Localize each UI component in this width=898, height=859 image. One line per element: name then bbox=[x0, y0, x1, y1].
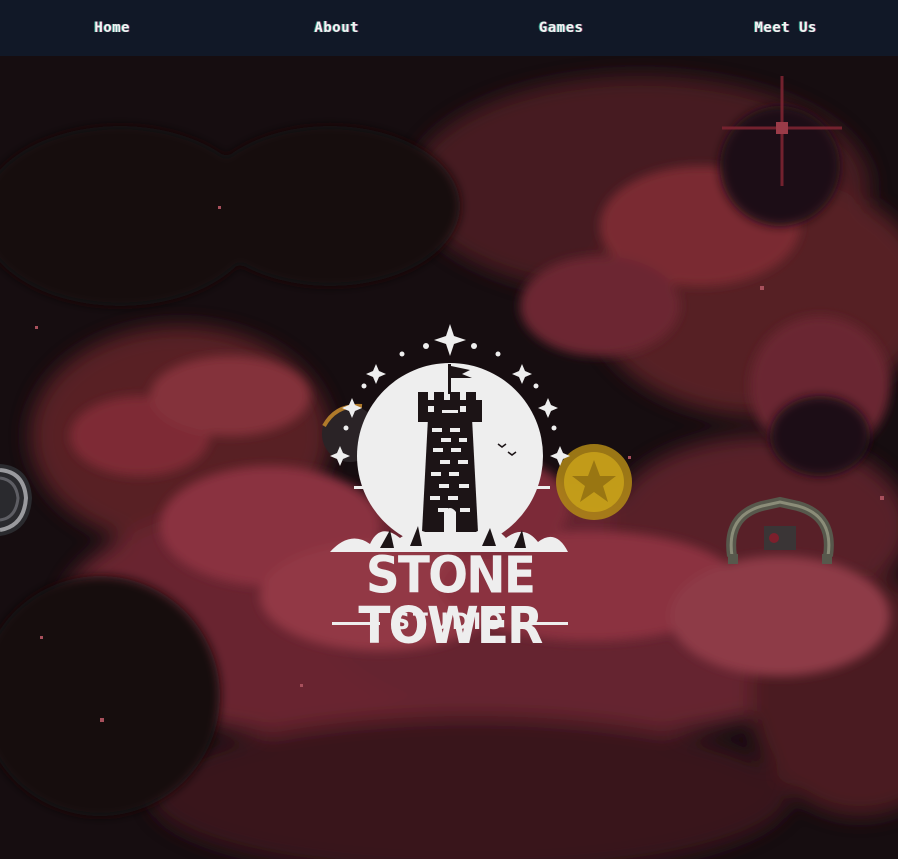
claw-creature-icon bbox=[726, 496, 834, 564]
hero-background: STONE TOWER STUDIO bbox=[0, 56, 898, 859]
subtitle-rule-right bbox=[519, 621, 568, 625]
studio-subtitle: STUDIO bbox=[394, 610, 506, 635]
nav-meet-us-link[interactable]: Meet Us bbox=[674, 20, 898, 36]
cannon-icon bbox=[0, 464, 32, 536]
nav-games-link[interactable]: Games bbox=[449, 20, 674, 36]
studio-subtitle-row: STUDIO bbox=[310, 612, 590, 634]
page: Home About Games Meet Us STONE TOWER STU… bbox=[0, 0, 898, 859]
studio-logo: STONE TOWER STUDIO bbox=[310, 316, 590, 652]
top-navigation: Home About Games Meet Us bbox=[0, 0, 898, 56]
nav-about-link[interactable]: About bbox=[225, 20, 450, 36]
nav-home-link[interactable]: Home bbox=[0, 20, 225, 36]
studio-title: STONE TOWER bbox=[358, 545, 543, 657]
subtitle-rule-left bbox=[332, 621, 381, 625]
tower-icon bbox=[330, 324, 570, 552]
